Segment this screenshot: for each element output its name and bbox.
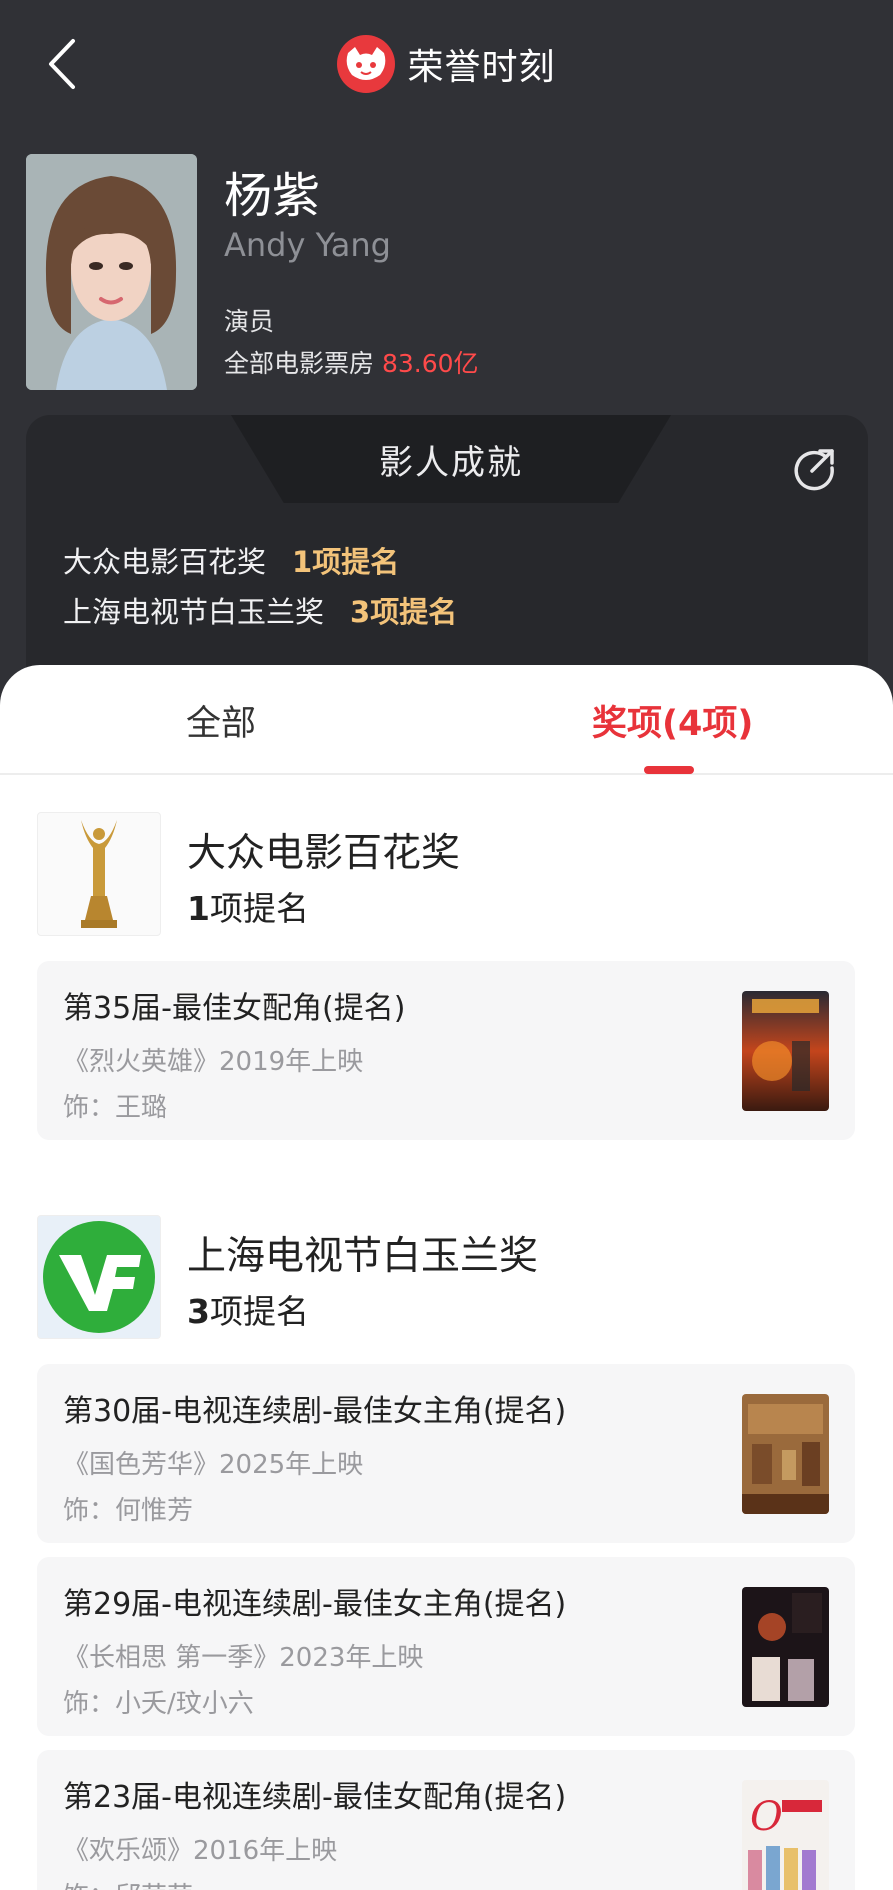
person-english-name: Andy Yang bbox=[224, 226, 391, 264]
award-name: 大众电影百花奖 bbox=[187, 831, 461, 876]
poster-image bbox=[742, 1587, 829, 1707]
avatar bbox=[26, 154, 197, 390]
svg-text:O: O bbox=[750, 1794, 783, 1840]
nomination-work: 《国色芳华》2025年上映 bbox=[63, 1450, 364, 1480]
nomination-card[interactable]: 第35届-最佳女配角(提名) 《烈火英雄》2019年上映 饰：王璐 bbox=[37, 961, 855, 1140]
trophy-icon bbox=[37, 812, 161, 936]
award-group[interactable]: 大众电影百花奖 1项提名 bbox=[37, 812, 855, 936]
page-title: 荣誉时刻 bbox=[407, 47, 556, 88]
vf-logo-icon bbox=[37, 1215, 161, 1339]
nomination-title: 第29届-电视连续剧-最佳女主角(提名) bbox=[63, 1587, 567, 1622]
nomination-work: 《烈火英雄》2019年上映 bbox=[63, 1047, 364, 1077]
award-name: 上海电视节白玉兰奖 bbox=[187, 1234, 539, 1279]
nomination-card[interactable]: 第30届-电视连续剧-最佳女主角(提名) 《国色芳华》2025年上映 饰：何惟芳 bbox=[37, 1364, 855, 1543]
share-icon bbox=[794, 449, 834, 491]
nav-title-bar: 荣誉时刻 bbox=[0, 34, 893, 94]
nomination-title: 第30届-电视连续剧-最佳女主角(提名) bbox=[63, 1394, 567, 1429]
nomination-role: 饰：邱莹莹 bbox=[63, 1876, 193, 1890]
tab-awards[interactable]: 奖项(4项) bbox=[592, 695, 753, 746]
nomination-title: 第23届-电视连续剧-最佳女配角(提名) bbox=[63, 1780, 567, 1815]
nomination-role: 饰：小夭/玟小六 bbox=[63, 1689, 254, 1719]
nomination-title: 第35届-最佳女配角(提名) bbox=[63, 991, 406, 1026]
box-office-label: 全部电影票房 bbox=[224, 349, 382, 378]
tab-active-indicator bbox=[644, 766, 694, 774]
person-role: 演员 bbox=[224, 307, 275, 336]
achievement-title: 影人成就 bbox=[379, 442, 523, 483]
achievement-row: 上海电视节白玉兰奖 3项提名 bbox=[63, 589, 457, 631]
nomination-role: 饰：何惟芳 bbox=[63, 1496, 194, 1526]
awards-sheet: 全部 奖项(4项) 大众电影百花奖 1项提名 第35届-最佳女配角(提名) 《烈… bbox=[0, 665, 893, 1890]
share-button[interactable] bbox=[792, 445, 838, 491]
achievement-row: 大众电影百花奖 1项提名 bbox=[63, 539, 399, 581]
nomination-work: 《欢乐颂》2016年上映 bbox=[63, 1836, 338, 1866]
achievement-card: 影人成就 大众电影百花奖 1项提名 上海电视节白玉兰奖 3项提名 bbox=[26, 415, 868, 705]
achievement-tab: 影人成就 bbox=[231, 415, 671, 503]
achievement-award: 大众电影百花奖 bbox=[63, 545, 267, 579]
achievement-count: 3项提名 bbox=[350, 595, 458, 629]
nomination-card[interactable]: 第23届-电视连续剧-最佳女配角(提名) 《欢乐颂》2016年上映 饰：邱莹莹 … bbox=[37, 1750, 855, 1890]
box-office-value: 83.60亿 bbox=[381, 349, 479, 378]
award-count: 1项提名 bbox=[187, 889, 309, 928]
person-name: 杨紫 bbox=[224, 168, 321, 224]
box-office: 全部电影票房 83.60亿 bbox=[224, 344, 479, 380]
achievement-count: 1项提名 bbox=[292, 545, 400, 579]
tab-bar: 全部 奖项(4项) bbox=[0, 665, 893, 775]
poster-image: O bbox=[742, 1780, 829, 1890]
award-group[interactable]: 上海电视节白玉兰奖 3项提名 bbox=[37, 1215, 855, 1339]
header-area: 荣誉时刻 杨紫 Andy Yang 演员 全部电影票房 83.60亿 影人成就 bbox=[0, 0, 893, 705]
achievement-award: 上海电视节白玉兰奖 bbox=[63, 595, 325, 629]
poster-image bbox=[742, 991, 829, 1111]
nomination-card[interactable]: 第29届-电视连续剧-最佳女主角(提名) 《长相思 第一季》2023年上映 饰：… bbox=[37, 1557, 855, 1736]
nomination-role: 饰：王璐 bbox=[63, 1093, 168, 1123]
cat-logo-icon bbox=[337, 35, 396, 93]
tab-all[interactable]: 全部 bbox=[186, 695, 256, 746]
nomination-work: 《长相思 第一季》2023年上映 bbox=[63, 1643, 424, 1673]
award-count: 3项提名 bbox=[187, 1292, 309, 1331]
poster-image bbox=[742, 1394, 829, 1514]
